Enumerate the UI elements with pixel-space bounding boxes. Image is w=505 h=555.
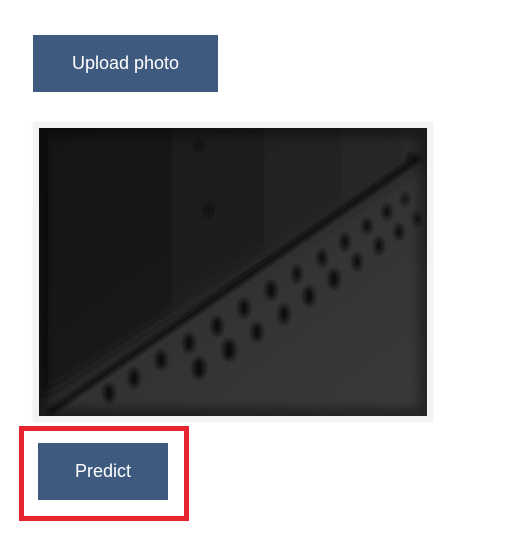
photo-image [39, 128, 427, 416]
uploaded-photo [39, 128, 427, 416]
photo-preview-frame [33, 122, 433, 422]
upload-photo-button[interactable]: Upload photo [33, 35, 218, 92]
predict-button[interactable]: Predict [38, 443, 168, 500]
